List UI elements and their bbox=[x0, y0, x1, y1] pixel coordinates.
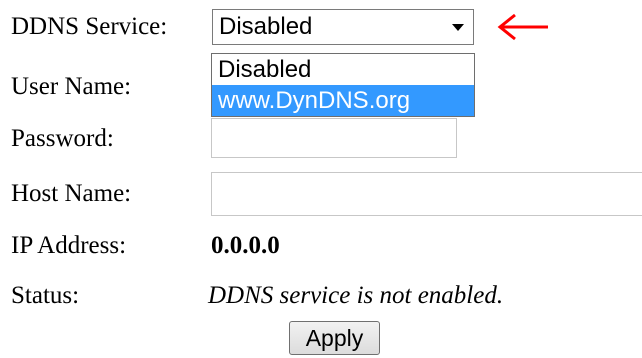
password-field[interactable] bbox=[211, 118, 457, 158]
red-arrow-left-icon bbox=[497, 13, 548, 41]
ddns-service-select[interactable]: Disabled bbox=[212, 9, 474, 45]
ip-address-label: IP Address: bbox=[11, 232, 127, 259]
apply-button[interactable]: Apply bbox=[289, 321, 380, 355]
dropdown-option-dyndns[interactable]: www.DynDNS.org bbox=[212, 85, 474, 116]
ip-address-value: 0.0.0.0 bbox=[211, 232, 280, 259]
status-label: Status: bbox=[11, 282, 80, 309]
dropdown-option-disabled[interactable]: Disabled bbox=[212, 54, 474, 85]
user-name-label: User Name: bbox=[11, 73, 132, 100]
ddns-service-label: DDNS Service: bbox=[11, 13, 168, 40]
ddns-service-selected-value: Disabled bbox=[219, 13, 313, 40]
password-label: Password: bbox=[11, 125, 114, 152]
host-name-label: Host Name: bbox=[11, 180, 132, 207]
status-value: DDNS service is not enabled. bbox=[208, 282, 504, 309]
host-name-field[interactable] bbox=[211, 172, 642, 216]
ddns-service-dropdown-list: Disabled www.DynDNS.org bbox=[211, 53, 475, 117]
chevron-down-icon bbox=[452, 24, 464, 31]
